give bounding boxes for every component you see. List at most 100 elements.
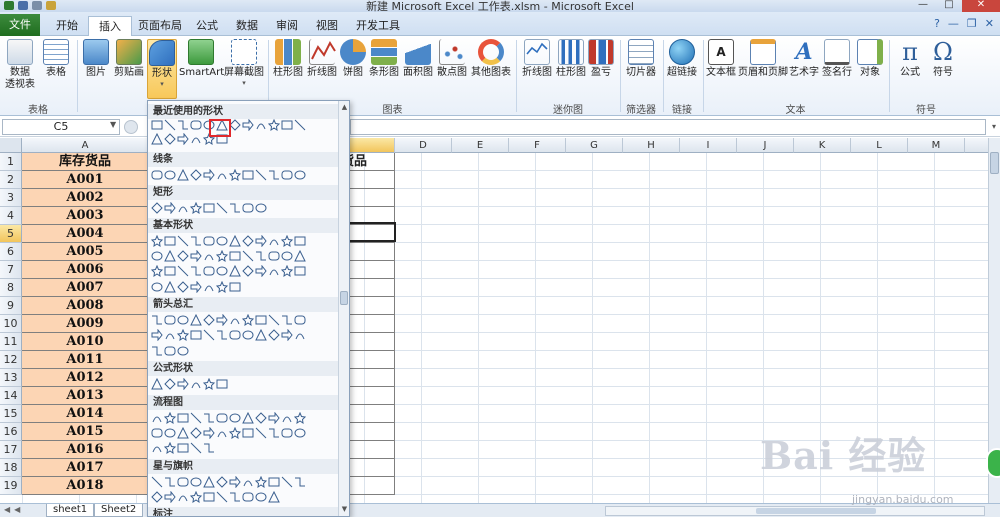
row-header[interactable]: 6 bbox=[0, 243, 22, 261]
shape-option-icon[interactable] bbox=[255, 119, 267, 131]
shape-option-icon[interactable] bbox=[255, 265, 267, 277]
cell-a[interactable]: A011 bbox=[22, 351, 149, 369]
scroll-down-icon[interactable]: ▼ bbox=[340, 505, 349, 515]
shapes-gallery-dropdown[interactable]: 最近使用的形状 线条 矩形 基本形状 箭头总汇 公式形状 流程图 星与旗帜 标注 ▲ ▼ bbox=[147, 100, 350, 517]
shape-option-icon[interactable] bbox=[177, 265, 189, 277]
shape-option-icon[interactable] bbox=[216, 427, 228, 439]
formula-input[interactable] bbox=[350, 119, 986, 135]
header-footer-button[interactable]: 页眉和页脚 bbox=[738, 39, 788, 79]
cell-a[interactable]: A002 bbox=[22, 189, 149, 207]
other-charts-button[interactable]: 其他图表 bbox=[469, 39, 513, 79]
table-button[interactable]: 表格 bbox=[40, 39, 72, 79]
shape-option-icon[interactable] bbox=[229, 169, 241, 181]
close-button[interactable]: ✕ bbox=[962, 0, 1000, 12]
shape-option-icon[interactable] bbox=[242, 491, 254, 503]
shape-option-icon[interactable] bbox=[281, 235, 293, 247]
cell-a[interactable]: A014 bbox=[22, 405, 149, 423]
shape-option-icon[interactable] bbox=[164, 345, 176, 357]
cell-a[interactable]: A006 bbox=[22, 261, 149, 279]
shape-option-icon[interactable] bbox=[151, 202, 163, 214]
shape-option-icon[interactable] bbox=[268, 235, 280, 247]
shape-option-icon[interactable] bbox=[294, 412, 306, 424]
shape-option-icon[interactable] bbox=[203, 442, 215, 454]
pivot-table-button[interactable]: 数据 透视表 bbox=[2, 39, 38, 91]
shape-option-icon[interactable] bbox=[164, 202, 176, 214]
shape-option-icon[interactable] bbox=[216, 250, 228, 262]
tab-view[interactable]: 视图 bbox=[306, 16, 348, 36]
shape-option-icon[interactable] bbox=[164, 329, 176, 341]
shape-option-icon[interactable] bbox=[281, 250, 293, 262]
scroll-thumb[interactable] bbox=[340, 291, 348, 305]
shape-option-icon[interactable] bbox=[229, 202, 241, 214]
object-button[interactable]: 对象 bbox=[856, 39, 884, 79]
shape-option-icon[interactable] bbox=[281, 169, 293, 181]
shape-option-icon[interactable] bbox=[177, 476, 189, 488]
shape-option-icon[interactable] bbox=[255, 235, 267, 247]
first-sheet-icon[interactable]: ◀ bbox=[4, 505, 10, 514]
column-header-d[interactable]: D bbox=[395, 138, 452, 153]
column-header-i[interactable]: I bbox=[680, 138, 737, 153]
row-header[interactable]: 14 bbox=[0, 387, 22, 405]
shape-option-icon[interactable] bbox=[151, 119, 163, 131]
ribbon-minimize-icon[interactable]: — bbox=[948, 17, 959, 30]
shape-option-icon[interactable] bbox=[242, 314, 254, 326]
shape-option-icon[interactable] bbox=[229, 235, 241, 247]
row-header[interactable]: 1 bbox=[0, 153, 22, 171]
shape-option-icon[interactable] bbox=[164, 412, 176, 424]
row-header[interactable]: 5 bbox=[0, 225, 22, 243]
row-header[interactable]: 10 bbox=[0, 315, 22, 333]
help-icon[interactable]: ? bbox=[934, 17, 940, 30]
expand-formula-bar-icon[interactable]: ▾ bbox=[988, 119, 1000, 135]
shape-option-icon[interactable] bbox=[151, 412, 163, 424]
clipart-button[interactable]: 剪贴画 bbox=[112, 39, 146, 79]
wordart-button[interactable]: A 艺术字 bbox=[788, 39, 820, 79]
tab-developer[interactable]: 开发工具 bbox=[346, 16, 410, 36]
shape-option-icon[interactable] bbox=[164, 250, 176, 262]
shape-option-icon[interactable] bbox=[294, 476, 306, 488]
shape-option-icon[interactable] bbox=[164, 314, 176, 326]
shape-option-icon[interactable] bbox=[268, 412, 280, 424]
shape-option-icon[interactable] bbox=[242, 119, 254, 131]
tab-page-layout[interactable]: 页面布局 bbox=[128, 16, 192, 36]
shape-option-icon[interactable] bbox=[203, 378, 215, 390]
select-all-corner[interactable] bbox=[0, 138, 22, 153]
shape-option-icon[interactable] bbox=[255, 202, 267, 214]
shape-option-icon[interactable] bbox=[164, 169, 176, 181]
shape-option-icon[interactable] bbox=[294, 265, 306, 277]
shape-option-icon[interactable] bbox=[177, 202, 189, 214]
shape-option-icon[interactable] bbox=[294, 235, 306, 247]
shape-option-icon[interactable] bbox=[177, 169, 189, 181]
scroll-thumb[interactable] bbox=[756, 508, 876, 514]
gallery-scrollbar[interactable]: ▲ ▼ bbox=[338, 101, 349, 516]
shape-option-icon[interactable] bbox=[242, 427, 254, 439]
shape-option-icon[interactable] bbox=[281, 314, 293, 326]
tab-data[interactable]: 数据 bbox=[226, 16, 268, 36]
screenshot-button[interactable]: 屏幕截图 ▾ bbox=[224, 39, 264, 87]
shape-option-icon[interactable] bbox=[190, 329, 202, 341]
cell-a1-header[interactable]: 库存货品 bbox=[22, 153, 149, 171]
shape-option-icon[interactable] bbox=[177, 412, 189, 424]
cell-a[interactable]: A018 bbox=[22, 477, 149, 495]
shape-option-icon[interactable] bbox=[203, 314, 215, 326]
shape-option-icon[interactable] bbox=[203, 235, 215, 247]
slicer-button[interactable]: 切片器 bbox=[623, 39, 659, 79]
shape-option-icon[interactable] bbox=[177, 133, 189, 145]
shape-option-icon[interactable] bbox=[190, 427, 202, 439]
name-box[interactable]: C5 bbox=[2, 119, 120, 135]
shape-option-icon[interactable] bbox=[216, 329, 228, 341]
shape-option-icon[interactable] bbox=[294, 169, 306, 181]
cell-a[interactable]: A003 bbox=[22, 207, 149, 225]
column-header-k[interactable]: K bbox=[794, 138, 851, 153]
column-header-e[interactable]: E bbox=[452, 138, 509, 153]
shape-option-icon[interactable] bbox=[151, 345, 163, 357]
shape-option-icon[interactable] bbox=[281, 329, 293, 341]
shape-option-icon[interactable] bbox=[151, 169, 163, 181]
cell-a[interactable]: A007 bbox=[22, 279, 149, 297]
shape-option-icon[interactable] bbox=[229, 314, 241, 326]
cell-a[interactable]: A012 bbox=[22, 369, 149, 387]
row-header[interactable]: 11 bbox=[0, 333, 22, 351]
shape-option-icon[interactable] bbox=[229, 265, 241, 277]
row-header[interactable]: 9 bbox=[0, 297, 22, 315]
green-badge-icon[interactable] bbox=[986, 448, 1000, 478]
shape-option-icon[interactable] bbox=[190, 119, 202, 131]
